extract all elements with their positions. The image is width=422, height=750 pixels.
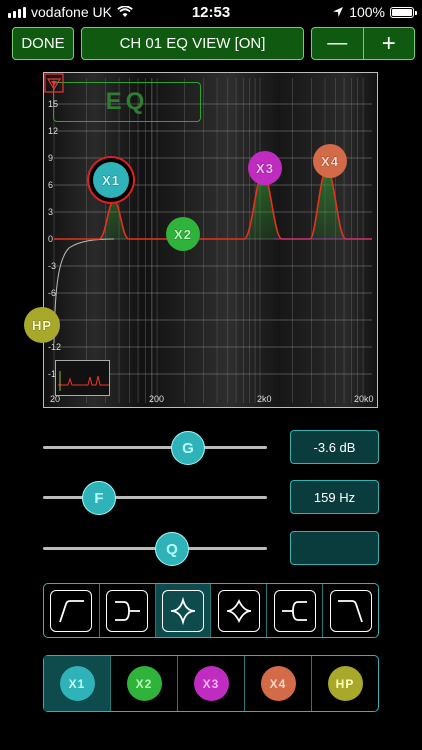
band-x1-chip: X1 [59, 666, 95, 701]
battery-percent: 100% [349, 4, 385, 20]
band-hp-tab[interactable]: HP [312, 656, 378, 711]
frequency-slider-track[interactable] [43, 496, 267, 499]
status-bar: vodafone UK 12:53 100% [0, 0, 422, 24]
high-cut-icon [337, 599, 363, 622]
x4-node[interactable]: X4 [313, 144, 347, 178]
channel-stepper: — + [311, 27, 415, 60]
channel-title-button[interactable]: CH 01 EQ VIEW [ON] [81, 27, 304, 60]
q-readout[interactable] [290, 531, 379, 565]
y-tick-label: 15 [48, 99, 59, 109]
band-x1-tab[interactable]: X1 [44, 656, 111, 711]
gain-slider-track[interactable] [43, 446, 267, 449]
y-tick-label: 9 [48, 153, 54, 163]
frequency-slider-knob[interactable]: F [82, 481, 116, 515]
shield-icon[interactable] [44, 73, 64, 93]
y-tick-label: -3 [48, 261, 57, 271]
spectrum-thumbnail-curve [58, 371, 109, 391]
band-x2-tab[interactable]: X2 [111, 656, 178, 711]
y-tick-label: 3 [48, 207, 54, 217]
spectrum-thumbnail[interactable] [55, 360, 110, 396]
filter-type-high-cut[interactable] [323, 584, 378, 637]
low-shelf-icon [115, 600, 141, 621]
y-tick-label: 6 [48, 180, 54, 190]
filter-type-low-cut[interactable] [44, 584, 100, 637]
y-tick-label: 12 [48, 126, 59, 136]
hp-node[interactable]: HP [24, 307, 60, 343]
location-icon [333, 7, 344, 17]
peak-icon [171, 596, 196, 625]
q-slider-knob[interactable]: Q [155, 532, 189, 566]
gain-slider-knob[interactable]: G [171, 431, 205, 465]
x1-node[interactable]: X1 [93, 162, 129, 198]
notch-icon [226, 598, 251, 623]
x-tick-label: 2k0 [257, 394, 272, 404]
gain-readout[interactable]: -3.6 dB [290, 430, 379, 464]
filter-type-selector [43, 583, 379, 638]
x-tick-label: 20k0 [354, 394, 374, 404]
band-hp-chip: HP [327, 666, 363, 701]
done-button[interactable]: DONE [12, 27, 74, 60]
eq-graph[interactable]: EQ 15 12 9 6 3 0 -3 -6 -9 -12 -15 20 200… [43, 72, 378, 408]
band-x4-tab[interactable]: X4 [245, 656, 312, 711]
battery-icon [390, 6, 417, 18]
band-x4-chip: X4 [260, 666, 296, 701]
previous-channel-button[interactable]: — [312, 28, 364, 59]
low-cut-icon [59, 599, 85, 622]
x3-node[interactable]: X3 [248, 151, 282, 185]
x2-node[interactable]: X2 [166, 217, 200, 251]
band-x3-chip: X3 [193, 666, 229, 701]
eq-graph-canvas [44, 73, 377, 407]
filter-type-notch[interactable] [211, 584, 268, 637]
y-tick-label: -6 [48, 288, 57, 298]
filter-type-low-shelf[interactable] [100, 584, 156, 637]
next-channel-button[interactable]: + [364, 28, 415, 59]
band-x2-chip: X2 [126, 666, 162, 701]
band-x3-tab[interactable]: X3 [178, 656, 245, 711]
high-shelf-icon [281, 600, 307, 621]
y-tick-label: 0 [48, 234, 54, 244]
filter-type-peak[interactable] [155, 584, 212, 637]
x-tick-label: 200 [149, 394, 165, 404]
status-right: 100% [332, 4, 417, 20]
frequency-readout[interactable]: 159 Hz [290, 480, 379, 514]
eq-logo: EQ [53, 82, 201, 122]
band-selector: X1 X2 X3 X4 HP [43, 655, 379, 712]
y-tick-label: -12 [48, 342, 62, 352]
filter-type-high-shelf[interactable] [267, 584, 324, 637]
